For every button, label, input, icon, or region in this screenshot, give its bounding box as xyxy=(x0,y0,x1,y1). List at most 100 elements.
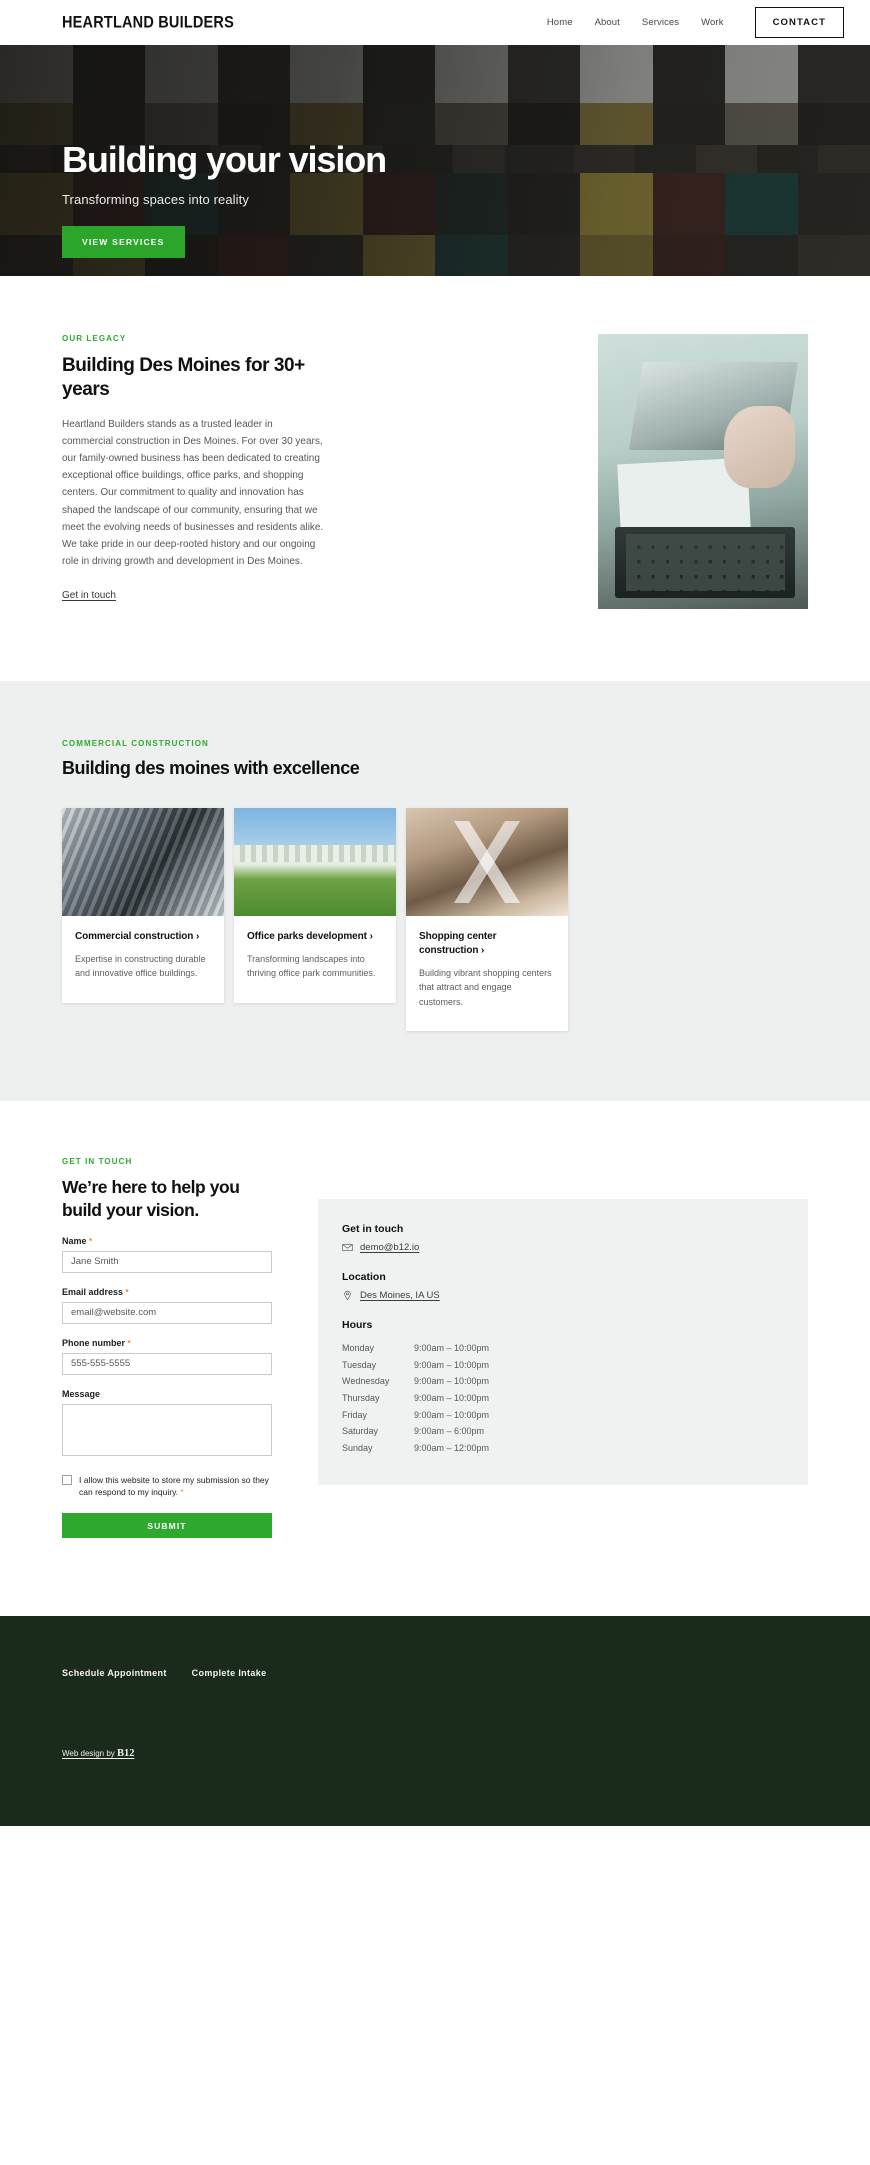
nav-item-services[interactable]: Services xyxy=(642,17,679,28)
required-asterisk: * xyxy=(127,1338,131,1348)
service-card-description: Transforming landscapes into thriving of… xyxy=(247,954,376,979)
phone-label-text: Phone number xyxy=(62,1337,126,1348)
submit-button[interactable]: SUBMIT xyxy=(62,1513,272,1539)
consent-checkbox[interactable] xyxy=(62,1474,72,1485)
hours-day: Tuesday xyxy=(342,1359,377,1370)
info-email-row: demo@b12.io xyxy=(342,1242,784,1253)
nav-item-about[interactable]: About xyxy=(595,17,620,28)
required-asterisk: * xyxy=(125,1287,129,1297)
contact-info-column: Get in touch demo@b12.io Location Des Mo… xyxy=(318,1157,808,1538)
name-label-text: Name xyxy=(62,1235,87,1246)
footer-credit-brand: B12 xyxy=(117,1748,135,1760)
hours-day: Thursday xyxy=(342,1393,380,1404)
service-card-title: Commercial construction › xyxy=(75,930,211,944)
name-input[interactable] xyxy=(62,1250,272,1273)
hours-row: Thursday 9:00am – 10:00pm xyxy=(342,1390,784,1407)
legacy-photo xyxy=(598,334,808,609)
message-label: Message xyxy=(62,1389,272,1399)
location-link[interactable]: Des Moines, IA US xyxy=(360,1290,440,1301)
hero-content: Building your vision Transforming spaces… xyxy=(0,45,870,258)
info-location-row: Des Moines, IA US xyxy=(342,1290,784,1301)
legacy-eyebrow: OUR LEGACY xyxy=(62,334,127,343)
email-label-text: Email address xyxy=(62,1286,124,1297)
hours-time: 9:00am – 10:00pm xyxy=(414,1376,490,1387)
info-hours-heading: Hours xyxy=(342,1319,373,1332)
chevron-right-icon: › xyxy=(195,931,200,943)
service-card-title-text: Shopping center construction xyxy=(419,931,497,957)
hours-time: 9:00am – 10:00pm xyxy=(414,1409,490,1420)
service-card-image xyxy=(234,808,396,917)
field-phone: Phone number * xyxy=(62,1338,272,1375)
contact-section: GET IN TOUCH We’re here to help you buil… xyxy=(0,1101,870,1617)
email-input[interactable] xyxy=(62,1301,272,1324)
field-email: Email address * xyxy=(62,1287,272,1324)
site-footer: Schedule Appointment Complete Intake Web… xyxy=(0,1616,870,1827)
hours-table: Monday 9:00am – 10:00pm Tuesday 9:00am –… xyxy=(342,1340,784,1456)
required-asterisk: * xyxy=(180,1488,184,1498)
contact-title: We’re here to help you build your vision… xyxy=(62,1177,240,1220)
contact-button[interactable]: CONTACT xyxy=(754,7,844,38)
service-card-office-parks-development[interactable]: Office parks development › Transforming … xyxy=(234,808,396,1003)
services-card-list: Commercial construction › Expertise in c… xyxy=(62,808,808,1032)
consent-label: I allow this website to store my submiss… xyxy=(79,1474,272,1500)
services-section: COMMERCIAL CONSTRUCTION Building des moi… xyxy=(0,681,870,1102)
info-location-heading: Location xyxy=(342,1271,386,1284)
service-card-title: Shopping center construction › xyxy=(419,930,555,958)
service-card-description: Expertise in constructing durable and in… xyxy=(75,954,206,979)
hours-day: Friday xyxy=(342,1409,368,1420)
hours-row: Friday 9:00am – 10:00pm xyxy=(342,1407,784,1424)
hours-time: 9:00am – 10:00pm xyxy=(414,1343,490,1354)
site-header: HEARTLAND BUILDERS Home About Services W… xyxy=(0,0,870,45)
phone-input[interactable] xyxy=(62,1352,272,1375)
service-card-title-text: Commercial construction xyxy=(75,931,194,943)
hero-title: Building your vision xyxy=(62,139,387,180)
legacy-body: Heartland Builders stands as a trusted l… xyxy=(62,418,324,568)
message-label-text: Message xyxy=(62,1388,101,1399)
phone-label: Phone number * xyxy=(62,1338,272,1348)
contact-eyebrow: GET IN TOUCH xyxy=(62,1157,133,1167)
hours-time: 9:00am – 6:00pm xyxy=(414,1426,485,1437)
service-card-shopping-center-construction[interactable]: Shopping center construction › Building … xyxy=(406,808,568,1032)
hours-row: Monday 9:00am – 10:00pm xyxy=(342,1340,784,1357)
name-label: Name * xyxy=(62,1236,272,1246)
contact-info-panel: Get in touch demo@b12.io Location Des Mo… xyxy=(318,1199,808,1485)
legacy-image-column xyxy=(374,334,808,609)
info-get-in-touch-heading: Get in touch xyxy=(342,1223,404,1236)
hours-time: 9:00am – 10:00pm xyxy=(414,1393,490,1404)
legacy-get-in-touch-link[interactable]: Get in touch xyxy=(62,590,116,601)
footer-credit-link[interactable]: Web design by B12 xyxy=(62,1748,135,1759)
nav-item-work[interactable]: Work xyxy=(701,17,723,28)
hours-time: 9:00am – 10:00pm xyxy=(414,1359,490,1370)
message-textarea[interactable] xyxy=(62,1403,272,1456)
brand-logo[interactable]: HEARTLAND BUILDERS xyxy=(62,14,234,32)
footer-credit-prefix: Web design by xyxy=(62,1749,117,1759)
view-services-button[interactable]: VIEW SERVICES xyxy=(62,225,185,258)
nav-item-home[interactable]: Home xyxy=(547,17,573,28)
service-card-commercial-construction[interactable]: Commercial construction › Expertise in c… xyxy=(62,808,224,1003)
hours-time: 9:00am – 12:00pm xyxy=(414,1443,490,1454)
primary-nav: Home About Services Work CONTACT xyxy=(547,7,844,38)
footer-link-complete-intake[interactable]: Complete Intake xyxy=(192,1668,267,1678)
contact-form-column: GET IN TOUCH We’re here to help you buil… xyxy=(62,1157,272,1539)
footer-link-schedule-appointment[interactable]: Schedule Appointment xyxy=(62,1668,167,1678)
service-card-image xyxy=(406,808,568,917)
legacy-section: OUR LEGACY Building Des Moines for 30+ y… xyxy=(0,276,870,681)
footer-links: Schedule Appointment Complete Intake xyxy=(62,1668,808,1678)
required-asterisk: * xyxy=(89,1236,93,1246)
legacy-text-column: OUR LEGACY Building Des Moines for 30+ y… xyxy=(62,334,326,609)
hero-section: Building your vision Transforming spaces… xyxy=(0,45,870,276)
envelope-icon xyxy=(342,1244,353,1252)
chevron-right-icon: › xyxy=(369,931,373,943)
email-label: Email address * xyxy=(62,1287,272,1297)
services-eyebrow: COMMERCIAL CONSTRUCTION xyxy=(62,739,209,748)
hours-row: Tuesday 9:00am – 10:00pm xyxy=(342,1357,784,1374)
service-card-description: Building vibrant shopping centers that a… xyxy=(419,968,552,1007)
consent-label-text: I allow this website to store my submiss… xyxy=(79,1474,269,1498)
hours-row: Sunday 9:00am – 12:00pm xyxy=(342,1440,784,1457)
hero-subtitle: Transforming spaces into reality xyxy=(62,191,249,207)
field-name: Name * xyxy=(62,1236,272,1273)
email-link[interactable]: demo@b12.io xyxy=(360,1242,419,1253)
chevron-right-icon: › xyxy=(481,945,485,957)
hours-day: Saturday xyxy=(342,1426,379,1437)
field-message: Message xyxy=(62,1389,272,1461)
